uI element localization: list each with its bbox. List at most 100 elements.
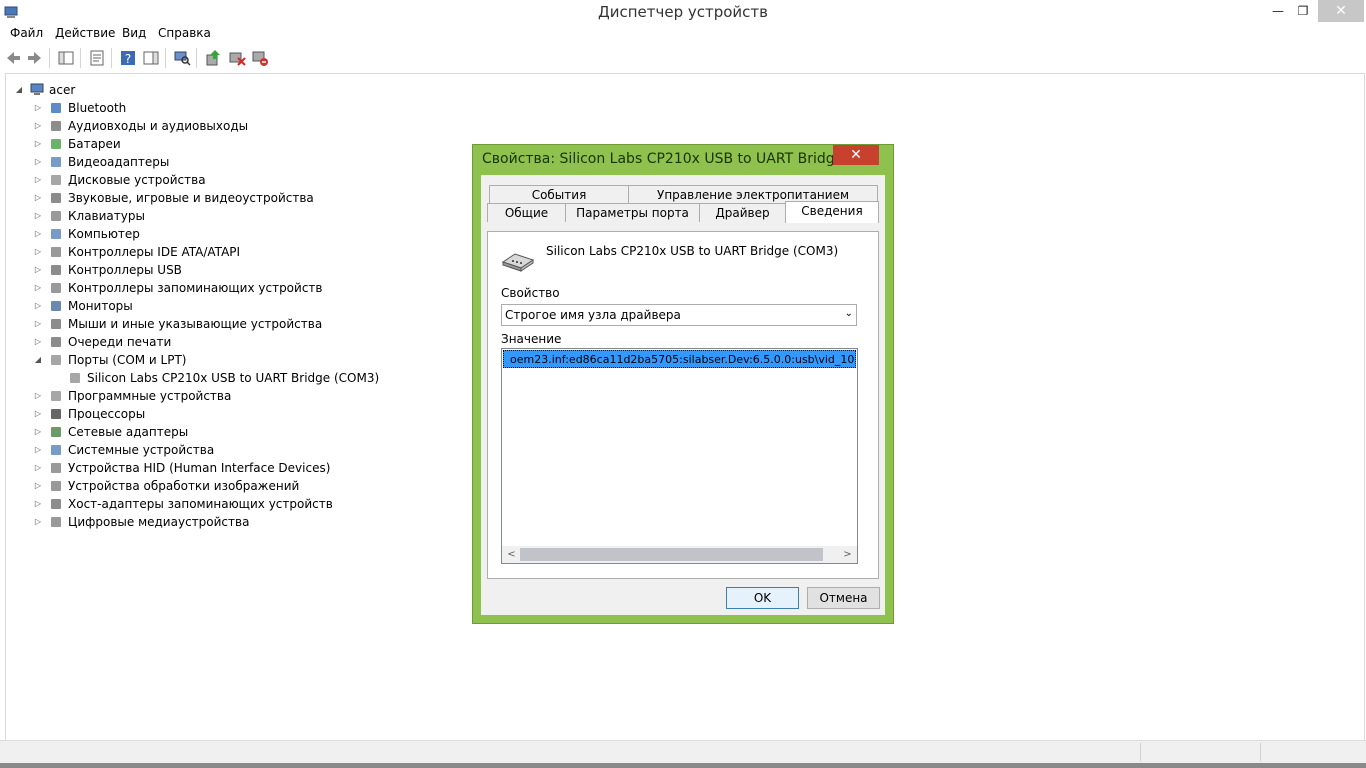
- action-pane-icon[interactable]: [142, 49, 160, 67]
- menu-bar: Файл Действие Вид Справка: [0, 24, 1366, 44]
- tab-events[interactable]: События: [489, 185, 629, 204]
- properties-icon[interactable]: [88, 49, 106, 67]
- expand-icon[interactable]: ▷: [33, 495, 43, 513]
- expand-icon[interactable]: ▷: [33, 279, 43, 297]
- cancel-button[interactable]: Отмена: [807, 587, 880, 609]
- tree-item-label: Программные устройства: [68, 389, 232, 403]
- expand-icon[interactable]: ▷: [33, 189, 43, 207]
- help-icon[interactable]: ?: [119, 49, 137, 67]
- network-adapter-icon: [51, 427, 61, 437]
- tree-item-label: Очереди печати: [68, 335, 172, 349]
- list-item[interactable]: oem23.inf:ed86ca11d2ba5705:silabser.Dev:…: [503, 350, 856, 368]
- expand-icon[interactable]: ▷: [33, 225, 43, 243]
- collapse-icon[interactable]: ◢: [14, 81, 24, 99]
- expand-icon[interactable]: ▷: [33, 171, 43, 189]
- scroll-left-icon[interactable]: <: [503, 547, 520, 562]
- expand-icon[interactable]: ▷: [33, 441, 43, 459]
- value-text: oem23.inf:ed86ca11d2ba5705:silabser.Dev:…: [510, 353, 855, 366]
- property-label: Свойство: [501, 286, 560, 300]
- tab-details[interactable]: Сведения: [785, 201, 879, 223]
- tree-item-label: Дисковые устройства: [68, 173, 206, 187]
- expand-icon[interactable]: ▷: [33, 387, 43, 405]
- expand-icon[interactable]: ▷: [33, 513, 43, 531]
- scrollbar-thumb[interactable]: [520, 548, 823, 561]
- title-bar: Диспетчер устройств — ❐ ✕: [0, 0, 1366, 24]
- uninstall-device-icon[interactable]: [251, 49, 269, 67]
- expand-icon[interactable]: ▷: [33, 333, 43, 351]
- tree-item-label: Silicon Labs CP210x USB to UART Bridge (…: [87, 371, 380, 385]
- expand-icon[interactable]: ▷: [33, 207, 43, 225]
- tab-port-settings[interactable]: Параметры порта: [565, 203, 700, 222]
- tree-item-label: Цифровые медиаустройства: [68, 515, 250, 529]
- property-selected-value: Строгое имя узла драйвера: [505, 308, 681, 322]
- hid-icon: [51, 463, 61, 473]
- expand-icon[interactable]: ▷: [33, 297, 43, 315]
- monitor-icon: [51, 301, 61, 311]
- bluetooth-icon: [51, 103, 61, 113]
- tree-item-label: Системные устройства: [68, 443, 215, 457]
- update-driver-icon[interactable]: [204, 49, 222, 67]
- scan-hardware-icon[interactable]: [173, 49, 191, 67]
- restore-button[interactable]: ❐: [1288, 0, 1318, 22]
- serial-port-icon: [501, 253, 535, 272]
- tree-item-label: Устройства обработки изображений: [68, 479, 300, 493]
- menu-view[interactable]: Вид: [122, 26, 146, 40]
- system-device-icon: [51, 445, 61, 455]
- dialog-title: Свойства: Silicon Labs CP210x USB to UAR…: [482, 151, 852, 167]
- media-device-icon: [51, 517, 61, 527]
- show-hide-console-tree-icon[interactable]: [57, 49, 75, 67]
- status-bar: [0, 740, 1366, 763]
- chevron-down-icon: ⌄: [844, 308, 853, 319]
- close-button[interactable]: ✕: [1318, 0, 1364, 22]
- tree-item-label: Батареи: [68, 137, 121, 151]
- disable-device-icon[interactable]: [228, 49, 246, 67]
- tree-item-label: Звуковые, игровые и видеоустройства: [68, 191, 314, 205]
- tree-item-label: Аудиовходы и аудиовыходы: [68, 119, 249, 133]
- back-arrow-icon[interactable]: [4, 49, 22, 67]
- taskbar-edge: [0, 763, 1366, 768]
- menu-file[interactable]: Файл: [10, 26, 43, 40]
- speaker-icon: [51, 121, 61, 131]
- svg-text:?: ?: [125, 52, 131, 66]
- port-device-icon: [70, 373, 80, 383]
- tab-driver[interactable]: Драйвер: [699, 203, 786, 222]
- battery-icon: [51, 139, 61, 149]
- expand-icon[interactable]: ▷: [33, 405, 43, 423]
- tree-item-label: Хост-адаптеры запоминающих устройств: [68, 497, 333, 511]
- printer-icon: [51, 337, 61, 347]
- expand-icon[interactable]: ▷: [33, 261, 43, 279]
- expand-icon[interactable]: ▷: [33, 423, 43, 441]
- expand-icon[interactable]: ▷: [33, 117, 43, 135]
- property-dropdown[interactable]: Строгое имя узла драйвера ⌄: [501, 304, 857, 326]
- expand-icon[interactable]: ▷: [33, 99, 43, 117]
- expand-icon[interactable]: ▷: [33, 135, 43, 153]
- value-label: Значение: [501, 332, 562, 346]
- value-listbox[interactable]: oem23.inf:ed86ca11d2ba5705:silabser.Dev:…: [501, 348, 858, 564]
- expand-icon[interactable]: ▷: [33, 315, 43, 333]
- tree-item-label: Видеоадаптеры: [68, 155, 170, 169]
- menu-help[interactable]: Справка: [158, 26, 211, 40]
- scroll-right-icon[interactable]: >: [839, 547, 856, 562]
- tree-item-label: Порты (COM и LPT): [68, 353, 187, 367]
- tree-root-label: acer: [49, 83, 76, 97]
- expand-icon[interactable]: ▷: [33, 153, 43, 171]
- horizontal-scrollbar[interactable]: < >: [502, 546, 857, 563]
- dialog-client-area: События Управление электропитанием Общие…: [481, 175, 885, 615]
- details-panel: Silicon Labs CP210x USB to UART Bridge (…: [487, 231, 879, 579]
- properties-dialog: Свойства: Silicon Labs CP210x USB to UAR…: [472, 144, 894, 624]
- menu-action[interactable]: Действие: [55, 26, 115, 40]
- mouse-icon: [51, 319, 61, 329]
- dialog-close-button[interactable]: ✕: [833, 145, 879, 165]
- computer-icon: [30, 83, 44, 95]
- forward-arrow-icon[interactable]: [26, 49, 44, 67]
- ok-button[interactable]: OK: [726, 587, 799, 609]
- expand-icon[interactable]: ▷: [33, 459, 43, 477]
- toolbar: ?: [0, 44, 1366, 72]
- expand-icon[interactable]: ▷: [33, 243, 43, 261]
- expand-icon[interactable]: ▷: [33, 477, 43, 495]
- tree-item-label: Мониторы: [68, 299, 133, 313]
- computer-icon: [51, 229, 61, 239]
- ide-controller-icon: [51, 247, 61, 257]
- collapse-icon[interactable]: ◢: [33, 351, 43, 369]
- tab-general[interactable]: Общие: [487, 203, 566, 222]
